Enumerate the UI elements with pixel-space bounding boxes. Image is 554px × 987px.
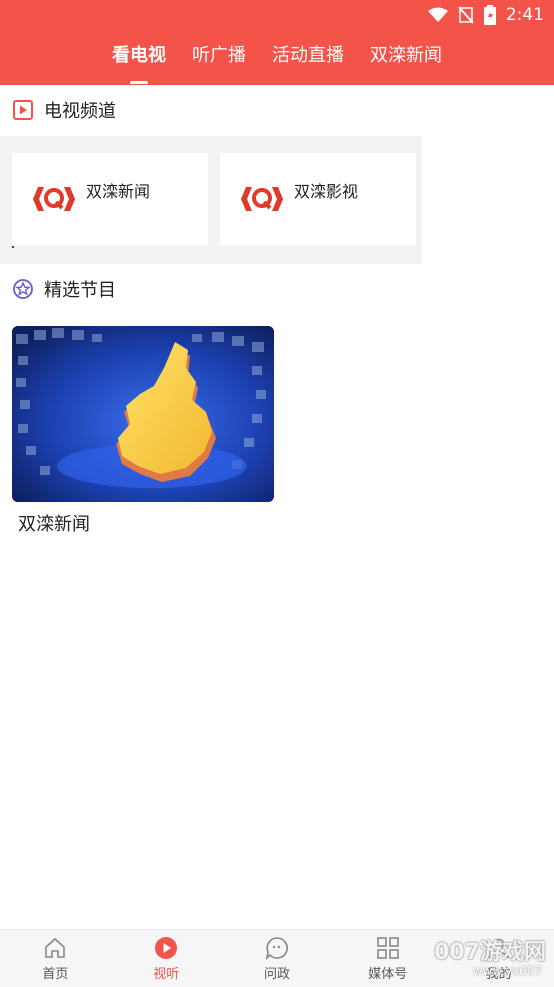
- featured-title: 精选节目: [44, 280, 116, 301]
- channel-card[interactable]: 双滦影视: [220, 153, 416, 245]
- program-thumbnail-image: [12, 326, 274, 502]
- watermark-url: www.yx007: [472, 964, 542, 978]
- channel-list: 双滦新闻 双滦影视: [0, 136, 422, 264]
- nav-inquiry-label: 问政: [263, 967, 290, 982]
- tab-shuangluan-news[interactable]: 双滦新闻: [368, 42, 444, 74]
- nav-home[interactable]: 首页: [0, 930, 111, 987]
- tv-channels-header: 电视频道: [12, 97, 116, 123]
- decorative-dot: [12, 246, 14, 248]
- status-bar: 2:41: [427, 4, 544, 26]
- nav-media-accounts[interactable]: 媒体号: [332, 930, 443, 987]
- tab-live-events[interactable]: 活动直播: [270, 42, 346, 74]
- channel-card[interactable]: 双滦新闻: [12, 153, 208, 245]
- battery-icon: [483, 5, 496, 25]
- no-signal-icon: [458, 6, 474, 24]
- nav-media-label: 视听: [153, 967, 180, 982]
- channel-name: 双滦新闻: [86, 182, 151, 201]
- tab-listen-radio[interactable]: 听广播: [190, 42, 248, 74]
- status-time: 2:41: [505, 5, 544, 25]
- nav-media-accounts-label: 媒体号: [368, 967, 408, 982]
- wifi-icon: [427, 7, 448, 22]
- star-circle-icon: [13, 279, 33, 299]
- play-circle-icon: [155, 937, 178, 959]
- tab-watch-tv[interactable]: 看电视: [110, 42, 168, 74]
- channel-name: 双滦影视: [294, 182, 359, 201]
- play-square-icon: [13, 100, 33, 120]
- chat-bubble-icon: [265, 937, 288, 960]
- nav-inquiry[interactable]: 问政: [222, 930, 333, 987]
- featured-header: 精选节目: [12, 276, 116, 302]
- program-title: 双滦新闻: [18, 514, 90, 535]
- nav-home-label: 首页: [42, 967, 69, 982]
- grid-icon: [376, 937, 399, 959]
- program-thumbnail[interactable]: [12, 326, 274, 502]
- top-tabs: 看电视 听广播 活动直播 双滦新闻: [0, 42, 554, 74]
- channel-logo-icon: [33, 187, 75, 211]
- channel-logo-icon: [241, 187, 283, 211]
- tv-channels-title: 电视频道: [44, 101, 116, 122]
- nav-media[interactable]: 视听: [111, 930, 222, 987]
- watermark-text: 007游戏网: [434, 940, 546, 965]
- top-header: 2:41 看电视 听广播 活动直播 双滦新闻: [0, 0, 554, 85]
- home-icon: [45, 937, 66, 958]
